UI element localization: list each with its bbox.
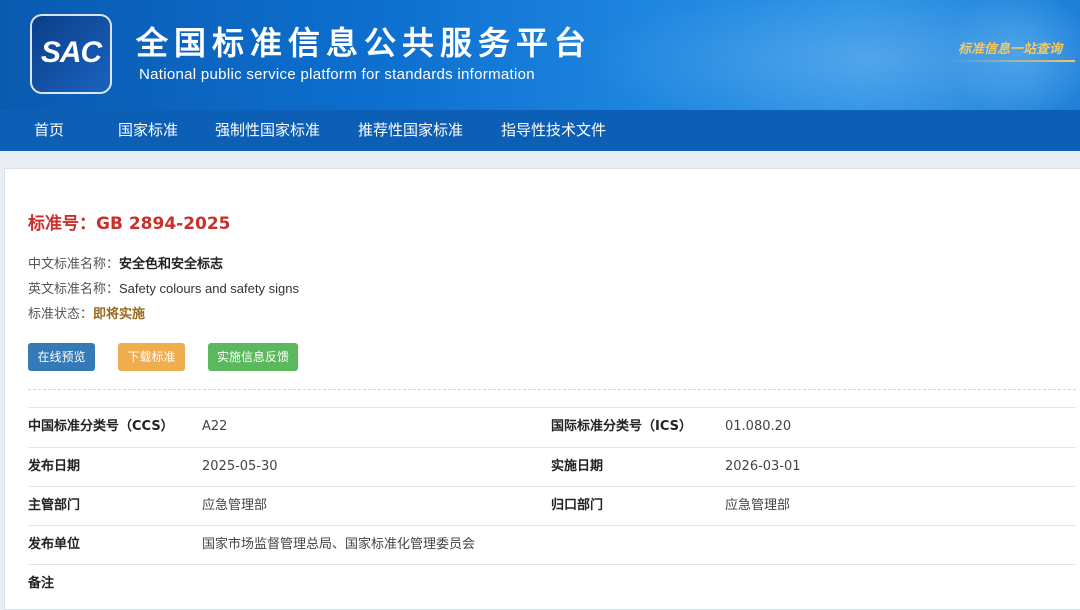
- cn-name-value: 安全色和安全标志: [119, 257, 224, 272]
- nav-item-recommended-standards[interactable]: 推荐性国家标准: [358, 110, 463, 151]
- en-name-row: 英文标准名称：Safety colours and safety signs: [28, 278, 299, 297]
- table-row: 发布日期 2025-05-30 实施日期 2026-03-01: [28, 447, 1076, 486]
- owner-department-label: 归口部门: [551, 498, 604, 513]
- table-row: 中国标准分类号（CCS） A22 国际标准分类号（ICS） 01.080.20: [28, 407, 1076, 446]
- remark-label: 备注: [28, 576, 55, 591]
- table-row: 发布单位 国家市场监督管理总局、国家标准化管理委员会: [28, 525, 1076, 564]
- nav-item-mandatory-standards[interactable]: 强制性国家标准: [215, 110, 320, 151]
- cn-name-row: 中文标准名称：安全色和安全标志: [28, 253, 223, 272]
- logo-text: SAC: [40, 36, 102, 69]
- table-row: 主管部门 应急管理部 归口部门 应急管理部: [28, 486, 1076, 525]
- slogan: 标准信息一站查询: [958, 42, 1063, 57]
- site-header: SAC 全国标准信息公共服务平台 National public service…: [0, 0, 1080, 110]
- status-label: 标准状态：: [28, 307, 94, 322]
- standard-detail-card: 标准号：GB 2894-2025 中文标准名称：安全色和安全标志 英文标准名称：…: [4, 168, 1080, 610]
- cn-name-label: 中文标准名称：: [28, 257, 120, 272]
- nav-item-home[interactable]: 首页: [34, 110, 64, 151]
- nav-item-national-standards[interactable]: 国家标准: [118, 110, 178, 151]
- slogan-underline: [950, 60, 1075, 62]
- site-subtitle: National public service platform for sta…: [139, 66, 535, 83]
- table-row: 备注: [28, 564, 1076, 603]
- en-name-value: Safety colours and safety signs: [119, 281, 299, 296]
- nav-item-guidance-documents[interactable]: 指导性技术文件: [501, 110, 606, 151]
- main-nav: 首页 国家标准 强制性国家标准 推荐性国家标准 指导性技术文件: [0, 110, 1080, 151]
- download-standard-button[interactable]: 下载标准: [118, 343, 185, 371]
- standard-number-label: 标准号：: [28, 214, 96, 234]
- owner-department-value: 应急管理部: [725, 498, 791, 513]
- publisher-value: 国家市场监督管理总局、国家标准化管理委员会: [202, 537, 476, 552]
- status-row: 标准状态：即将实施: [28, 303, 145, 322]
- ics-value: 01.080.20: [725, 419, 792, 434]
- publish-date-value: 2025-05-30: [202, 459, 278, 474]
- ccs-label: 中国标准分类号（CCS）: [28, 419, 174, 434]
- publish-date-label: 发布日期: [28, 459, 81, 474]
- en-name-label: 英文标准名称：: [28, 282, 120, 297]
- standard-number-value: GB 2894-2025: [96, 214, 231, 234]
- ccs-value: A22: [202, 419, 228, 434]
- site-title: 全国标准信息公共服务平台: [136, 24, 593, 62]
- ics-label: 国际标准分类号（ICS）: [551, 419, 692, 434]
- sac-logo[interactable]: SAC: [30, 14, 112, 94]
- publisher-label: 发布单位: [28, 537, 81, 552]
- implement-date-value: 2026-03-01: [725, 459, 801, 474]
- department-value: 应急管理部: [202, 498, 268, 513]
- department-label: 主管部门: [28, 498, 81, 513]
- online-preview-button[interactable]: 在线预览: [28, 343, 95, 371]
- implementation-feedback-button[interactable]: 实施信息反馈: [208, 343, 298, 371]
- standard-number: 标准号：GB 2894-2025: [28, 209, 231, 234]
- dashed-divider: [28, 389, 1076, 390]
- status-value: 即将实施: [93, 307, 146, 322]
- implement-date-label: 实施日期: [551, 459, 604, 474]
